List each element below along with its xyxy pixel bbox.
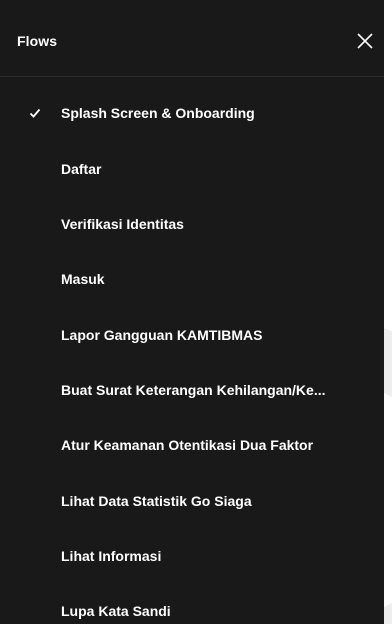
flow-item-verifikasi-identitas[interactable]: Verifikasi Identitas (0, 205, 384, 245)
flow-item-buat-surat-keterangan[interactable]: Buat Surat Keterangan Kehilangan/Ke... (0, 371, 384, 411)
flow-item-label: Lapor Gangguan KAMTIBMAS (61, 327, 263, 343)
flow-item-atur-keamanan-otentikasi[interactable]: Atur Keamanan Otentikasi Dua Faktor (0, 426, 384, 466)
panel-header: Flows (0, 0, 384, 77)
flow-item-lihat-data-statistik[interactable]: Lihat Data Statistik Go Siaga (0, 482, 384, 522)
flow-item-label: Verifikasi Identitas (61, 216, 184, 232)
flow-item-label: Masuk (61, 271, 105, 287)
check-icon (29, 108, 41, 118)
flow-item-splash-screen-onboarding[interactable]: Splash Screen & Onboarding (0, 94, 384, 134)
flow-item-daftar[interactable]: Daftar (0, 150, 384, 190)
flow-item-lihat-informasi[interactable]: Lihat Informasi (0, 537, 384, 577)
flow-item-lupa-kata-sandi[interactable]: Lupa Kata Sandi (0, 592, 384, 624)
flow-item-lapor-gangguan-kamtibmas[interactable]: Lapor Gangguan KAMTIBMAS (0, 316, 384, 356)
flows-screen: ongg Flows Splash Screen & Onboarding Da… (0, 0, 392, 624)
close-icon (357, 33, 373, 49)
flows-panel: Flows Splash Screen & Onboarding Daftar … (0, 0, 384, 624)
flow-item-label: Daftar (61, 161, 102, 177)
flow-item-masuk[interactable]: Masuk (0, 260, 384, 300)
panel-title: Flows (17, 33, 58, 49)
flow-item-label: Lihat Data Statistik Go Siaga (61, 493, 252, 509)
flow-item-label: Atur Keamanan Otentikasi Dua Faktor (61, 437, 314, 453)
flow-item-label: Lihat Informasi (61, 548, 162, 564)
flow-item-label: Lupa Kata Sandi (61, 603, 171, 619)
flow-item-label: Buat Surat Keterangan Kehilangan/Ke... (61, 382, 326, 398)
close-button[interactable] (355, 31, 375, 51)
flow-item-label: Splash Screen & Onboarding (61, 105, 255, 121)
